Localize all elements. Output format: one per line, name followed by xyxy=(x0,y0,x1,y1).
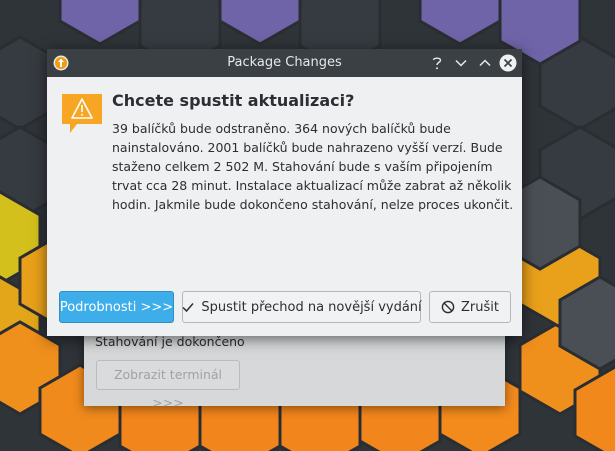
maximize-icon[interactable] xyxy=(476,54,494,72)
desktop: Stahování je dokončeno Zobrazit terminál… xyxy=(0,0,615,451)
start-upgrade-label: Spustit přechod na novější vydání xyxy=(201,299,422,315)
dialog-message: 39 balíčků bude odstraněno. 364 nových b… xyxy=(112,121,514,212)
show-terminal-button: Zobrazit terminál >>> xyxy=(96,360,240,410)
download-status-label: Stahování je dokončeno xyxy=(95,334,245,349)
titlebar[interactable]: Package Changes xyxy=(47,49,522,77)
window-title: Package Changes xyxy=(227,55,342,70)
details-button[interactable]: Podrobnosti >>> xyxy=(59,291,174,323)
dialog-heading: Chcete spustit aktualizaci? xyxy=(112,91,355,110)
minimize-icon[interactable] xyxy=(452,54,470,72)
details-button-label: Podrobnosti >>> xyxy=(59,299,174,315)
cancel-label: Zrušit xyxy=(461,299,499,315)
cancel-button[interactable]: Zrušit xyxy=(429,291,511,323)
close-icon[interactable] xyxy=(499,54,517,72)
package-changes-dialog: Package Changes Chcete spustit aktualiza… xyxy=(47,49,522,336)
check-icon xyxy=(181,300,195,314)
help-icon[interactable] xyxy=(428,54,446,72)
cancel-icon xyxy=(441,300,455,314)
warning-icon xyxy=(62,94,102,133)
start-upgrade-button[interactable]: Spustit přechod na novější vydání xyxy=(181,291,422,323)
